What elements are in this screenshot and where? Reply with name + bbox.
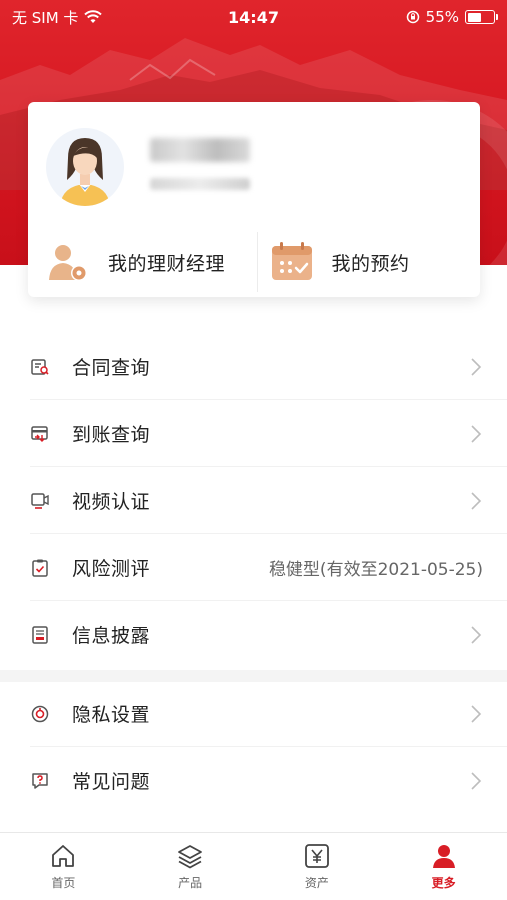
menu-group-secondary: 隐私设置 常见问题 xyxy=(0,680,507,814)
layers-icon xyxy=(178,845,203,869)
tab-label: 产品 xyxy=(178,876,203,890)
menu-item-video-auth[interactable]: 视频认证 xyxy=(0,467,507,534)
carrier-label: 无 SIM 卡 xyxy=(12,8,79,27)
menu-item-arrival-query[interactable]: 到账查询 xyxy=(0,400,507,467)
menu-item-label: 隐私设置 xyxy=(72,704,151,726)
disclosure-icon xyxy=(30,625,50,645)
menu-item-contract-query[interactable]: 合同查询 xyxy=(0,333,507,400)
tab-home[interactable]: 首页 xyxy=(0,833,127,900)
avatar[interactable] xyxy=(46,128,124,206)
profile-card: 我的理财经理 我的预约 xyxy=(28,102,480,297)
user-icon xyxy=(432,845,455,868)
my-advisor-button[interactable]: 我的理财经理 xyxy=(28,232,257,292)
privacy-icon xyxy=(30,704,50,724)
arrival-query-icon xyxy=(30,424,50,444)
advisor-icon xyxy=(49,245,87,281)
wifi-icon xyxy=(84,10,103,23)
tab-assets[interactable]: 资产 xyxy=(254,833,381,900)
menu-item-privacy-settings[interactable]: 隐私设置 xyxy=(0,680,507,747)
menu-item-label: 常见问题 xyxy=(72,771,151,793)
tab-label: 资产 xyxy=(304,876,329,890)
orientation-lock-icon xyxy=(406,10,419,24)
menu-item-risk-assessment[interactable]: 风险测评 稳健型(有效至2021-05-25) xyxy=(0,534,507,601)
menu-item-disclosure[interactable]: 信息披露 xyxy=(0,601,507,668)
risk-assessment-icon xyxy=(30,558,50,578)
home-icon xyxy=(52,845,75,867)
menu-item-label: 到账查询 xyxy=(72,424,151,446)
tab-products[interactable]: 产品 xyxy=(127,833,254,900)
avatar-portrait-icon xyxy=(60,138,110,206)
risk-level-value: 稳健型(有效至2021-05-25) xyxy=(268,560,483,580)
tab-label: 首页 xyxy=(51,876,76,890)
user-name-redacted xyxy=(150,138,250,162)
menu-item-label: 风险测评 xyxy=(72,558,151,580)
chevron-right-icon xyxy=(471,357,482,376)
chevron-right-icon xyxy=(471,424,482,443)
battery-fill xyxy=(467,12,482,22)
menu-item-label: 信息披露 xyxy=(72,625,151,647)
menu-item-faq[interactable]: 常见问题 xyxy=(0,747,507,814)
my-advisor-label: 我的理财经理 xyxy=(108,252,226,275)
status-bar: 无 SIM 卡 14:47 55% xyxy=(0,0,507,34)
faq-icon xyxy=(30,771,50,791)
calendar-icon xyxy=(271,242,312,280)
chevron-right-icon xyxy=(471,771,482,790)
contract-search-icon xyxy=(30,357,50,377)
app-screen: 无 SIM 卡 14:47 55% 我的理财经理 我的预约 合同查询 到账查询 … xyxy=(0,0,507,900)
chevron-right-icon xyxy=(471,625,482,644)
profile-actions: 我的理财经理 我的预约 xyxy=(28,232,480,292)
my-appointment-label: 我的预约 xyxy=(331,252,410,275)
menu-item-label: 视频认证 xyxy=(72,491,151,513)
video-auth-icon xyxy=(30,491,50,511)
user-id-redacted xyxy=(150,178,250,190)
chevron-right-icon xyxy=(471,491,482,510)
bottom-tab-bar: 首页 产品 资产 更多 xyxy=(0,832,507,900)
my-appointment-button[interactable]: 我的预约 xyxy=(256,232,481,292)
menu-group-primary: 合同查询 到账查询 视频认证 风险测评 稳健型(有效至2021-05-25) 信… xyxy=(0,333,507,668)
yuan-icon xyxy=(304,844,329,868)
battery-icon xyxy=(465,10,498,24)
battery-percent: 55% xyxy=(425,8,459,26)
chevron-right-icon xyxy=(471,704,482,723)
menu-item-label: 合同查询 xyxy=(72,357,151,379)
tab-label: 更多 xyxy=(431,876,456,890)
tab-more[interactable]: 更多 xyxy=(380,833,507,900)
